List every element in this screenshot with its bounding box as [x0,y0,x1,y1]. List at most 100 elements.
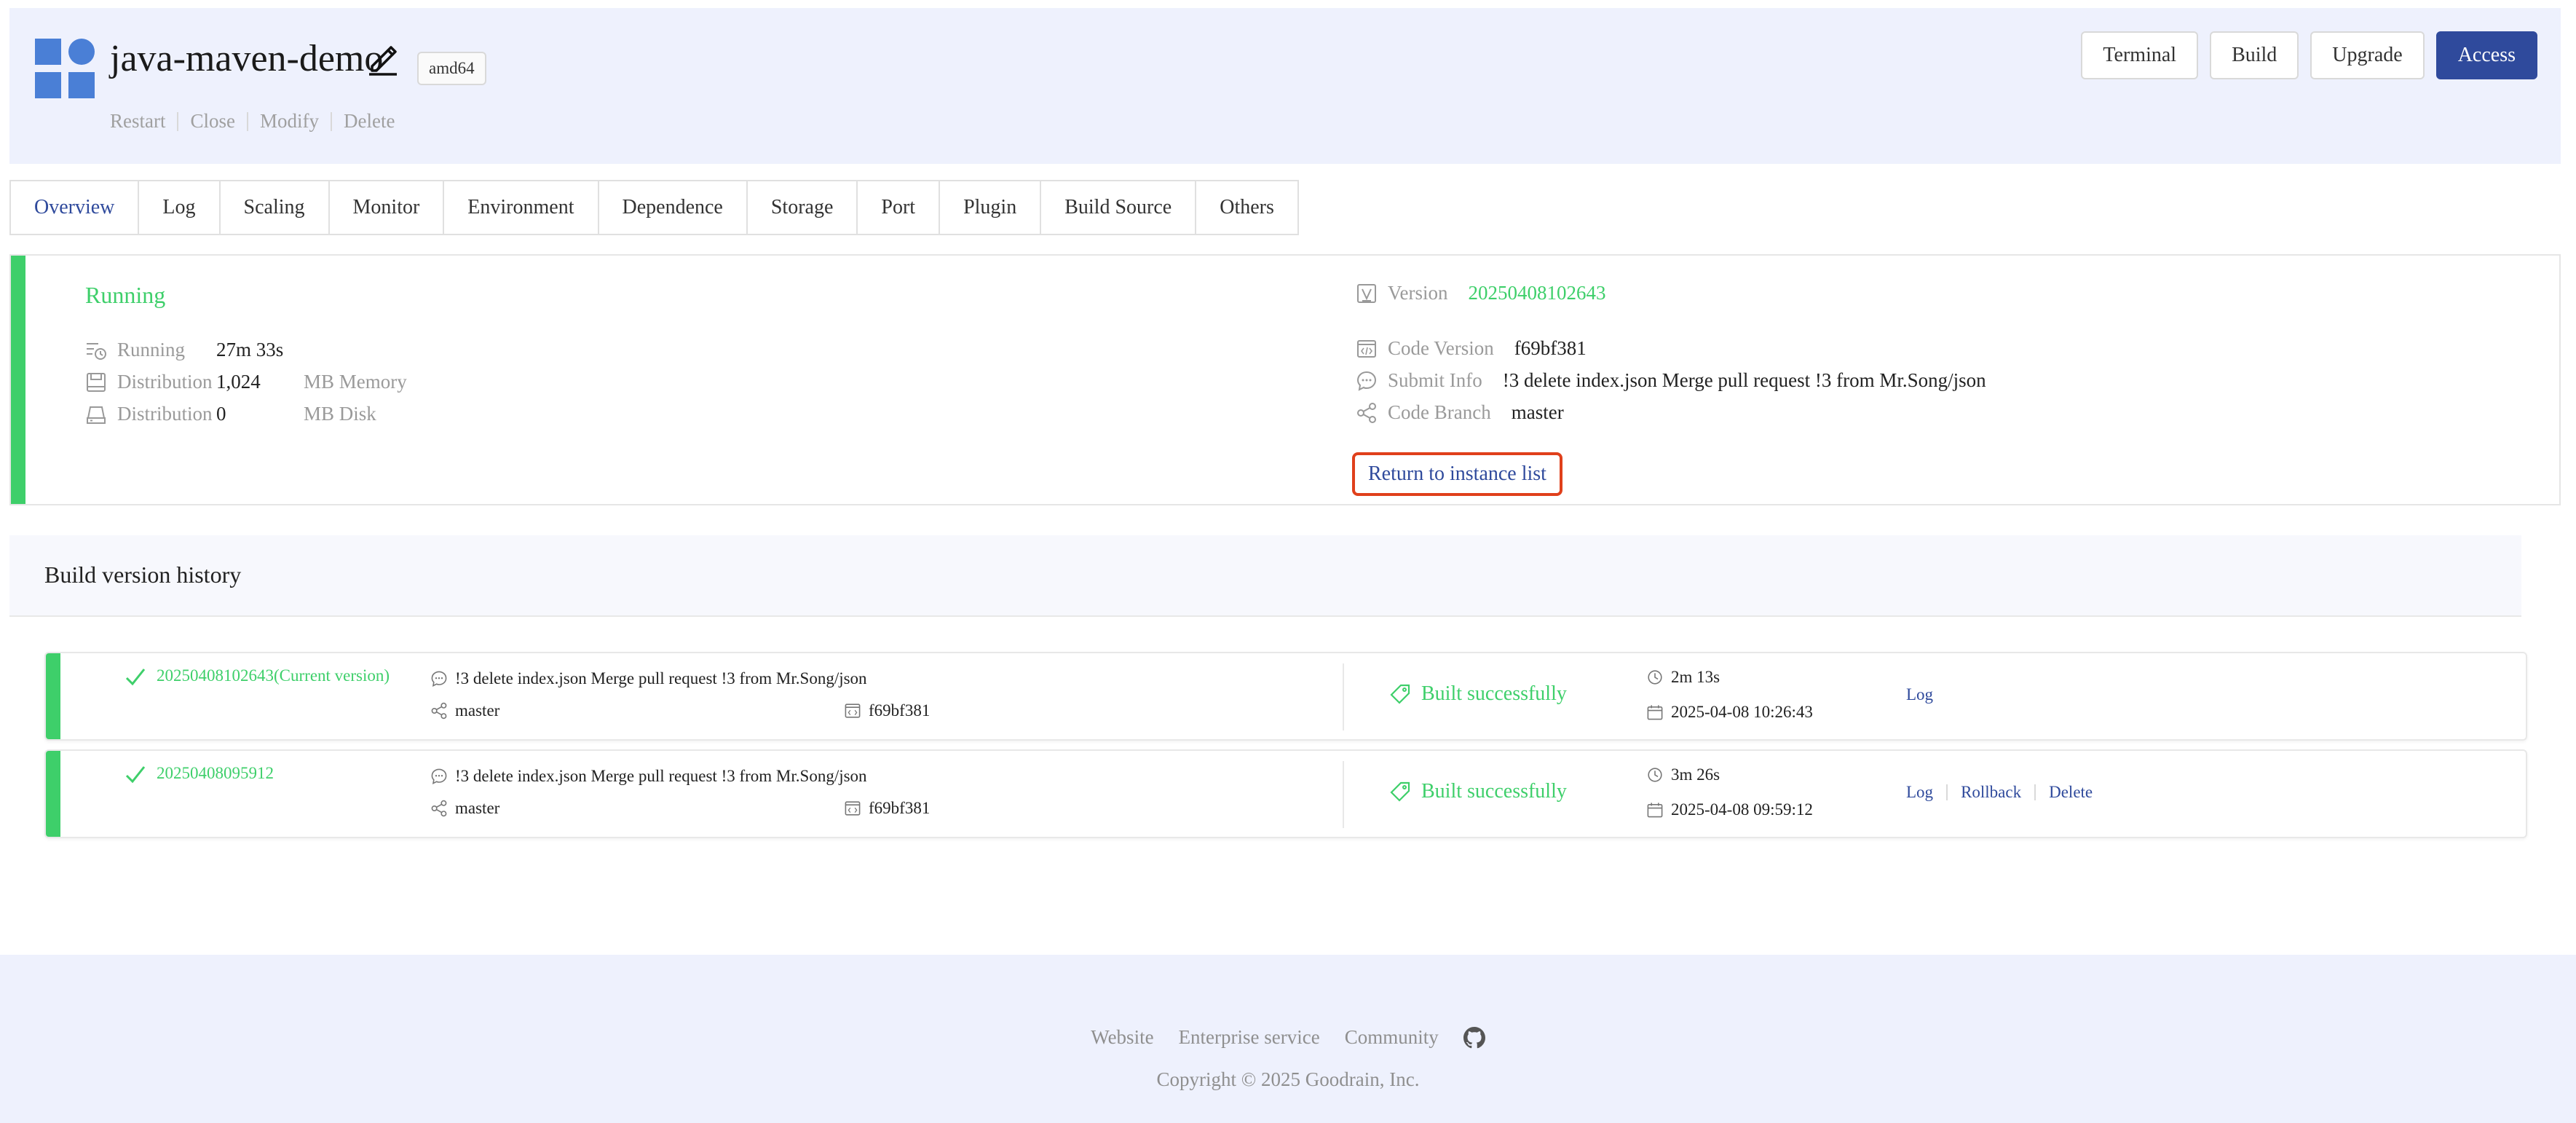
build-branch-text: master [455,799,500,817]
version-value: 20250408102643 [1468,282,1606,304]
build-duration-text: 3m 26s [1671,765,1720,784]
tab-plugin[interactable]: Plugin [940,181,1042,234]
tab-bar: Overview Log Scaling Monitor Environment… [9,180,1299,235]
build-log-link[interactable]: Log [1906,685,1933,704]
copyright-icon: © [1241,1068,1257,1090]
build-status-bar [46,751,60,837]
clock-icon [1648,670,1662,685]
info-branch: Code Branch master [1356,401,1564,424]
build-status: Built successfully [1389,780,1567,803]
upgrade-button[interactable]: Upgrade [2310,31,2425,79]
info-label: Code Branch [1388,401,1491,423]
copyright-text: 2025 Goodrain, Inc. [1261,1068,1420,1090]
divider [331,111,332,131]
divider [1343,761,1344,828]
divider [2034,784,2036,800]
build-log-link[interactable]: Log [1906,783,1933,802]
code-icon [1357,339,1376,358]
code-icon [845,801,861,816]
comment-icon [1356,371,1377,391]
stat-value: 1,024 [216,371,261,393]
tab-overview[interactable]: Overview [11,181,140,234]
stat-label: Distribution [117,403,213,425]
edit-name-icon[interactable] [365,40,401,76]
tab-dependence[interactable]: Dependence [599,181,748,234]
build-version: 20250408102643(Current version) [157,666,390,685]
build-date-text: 2025-04-08 10:26:43 [1671,703,1813,721]
stat-running: Running 27m 33s [85,339,304,361]
top-button-group: Terminal Build Upgrade Access [2081,31,2537,79]
branch-value: master [1511,401,1564,423]
tab-log[interactable]: Log [139,181,221,234]
tab-storage[interactable]: Storage [748,181,858,234]
tab-others[interactable]: Others [1196,181,1299,234]
access-button[interactable]: Access [2435,31,2537,79]
return-to-instance-list-link[interactable]: Return to instance list [1352,452,1562,496]
memory-icon [87,372,106,392]
build-commit-text: !3 delete index.json Merge pull request … [455,669,867,687]
restart-action[interactable]: Restart [110,110,165,133]
build-rollback-link[interactable]: Rollback [1961,783,2021,802]
branch-icon [431,800,447,817]
footer-links: Website Enterprise service Community [0,1026,2576,1049]
info-label: Submit Info [1388,369,1482,391]
app-name: java-maven-demo [110,38,384,79]
build-hash: f69bf381 [844,701,930,720]
clock-icon [1648,768,1662,782]
build-version: 20250408095912 [157,764,274,782]
build-commit: !3 delete index.json Merge pull request … [430,669,867,688]
build-delete-link[interactable]: Delete [2049,783,2093,802]
version-icon [1357,283,1376,303]
build-status-text: Built successfully [1421,682,1567,705]
build-duration: 2m 13s [1646,668,1720,687]
comment-icon [431,768,447,785]
stat-value: 0 [216,403,226,425]
footer-community-link[interactable]: Community [1345,1026,1439,1049]
build-hash-text: f69bf381 [869,799,931,817]
build-hash-text: f69bf381 [869,701,931,720]
arch-badge: amd64 [417,52,486,85]
copyright-prefix: Copyright [1156,1068,1237,1090]
header-actions: Restart Close Modify Delete [110,110,395,133]
build-branch-text: master [455,701,500,720]
divider [177,111,179,131]
build-branch: master [430,701,499,720]
close-action[interactable]: Close [190,110,235,133]
github-icon[interactable] [1463,1026,1485,1049]
comment-icon [431,671,447,687]
tab-scaling[interactable]: Scaling [221,181,330,234]
footer-enterprise-link[interactable]: Enterprise service [1179,1026,1320,1049]
build-status: Built successfully [1389,682,1567,706]
build-duration-text: 2m 13s [1671,668,1720,686]
tab-environment[interactable]: Environment [444,181,599,234]
info-label: Version [1388,282,1448,304]
app-grid-icon [35,39,95,98]
divider [1946,784,1948,800]
tab-port[interactable]: Port [858,181,941,234]
modify-action[interactable]: Modify [260,110,319,133]
tab-build-source[interactable]: Build Source [1041,181,1197,234]
info-code-version: Code Version f69bf381 [1356,337,1587,360]
info-submit: Submit Info !3 delete index.json Merge p… [1356,369,1986,392]
stat-disk: Distribution 0 MB Disk [85,403,376,425]
tag-icon [1390,781,1410,802]
build-branch: master [430,799,499,818]
app-header: java-maven-demo amd64 Restart Close Modi… [9,8,2561,164]
build-date-text: 2025-04-08 09:59:12 [1671,800,1813,819]
tab-monitor[interactable]: Monitor [330,181,445,234]
stat-unit: MB Disk [304,403,376,425]
overview-card: Running Running 27m 33s Distribution 1,0… [9,254,2561,505]
stat-label: Running [117,339,186,360]
stat-label: Distribution [117,371,213,393]
delete-action[interactable]: Delete [344,110,395,133]
footer-website-link[interactable]: Website [1091,1026,1153,1049]
build-status-text: Built successfully [1421,780,1567,803]
copyright: Copyright © 2025 Goodrain, Inc. [0,1068,2576,1091]
divider [247,111,248,131]
build-button[interactable]: Build [2210,31,2299,79]
stat-memory: Distribution 1,024 MB Memory [85,371,407,393]
build-duration: 3m 26s [1646,765,1720,784]
terminal-button[interactable]: Terminal [2081,31,2199,79]
calendar-icon [1647,705,1663,720]
build-links: Log Rollback Delete [1906,783,2093,802]
